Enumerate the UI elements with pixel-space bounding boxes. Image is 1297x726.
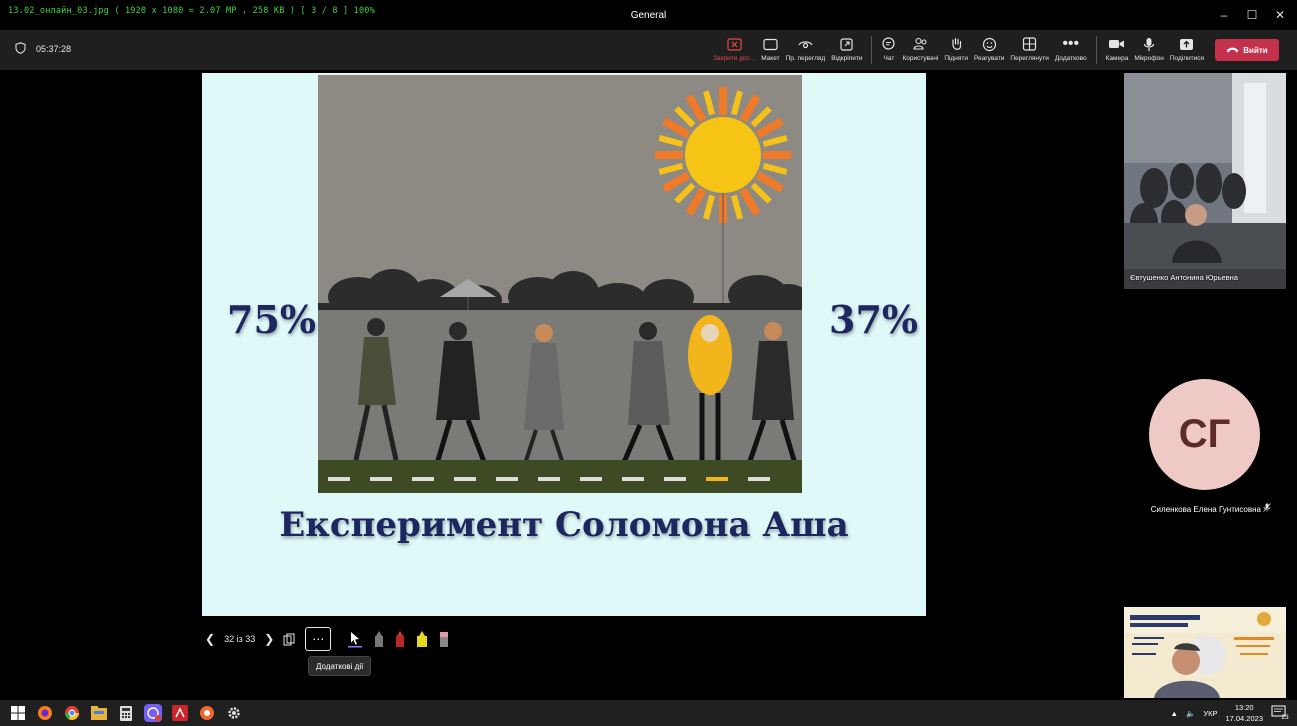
pen-gray-icon[interactable] xyxy=(373,630,385,648)
participant-name: Євтушенко Антонина Юрьевна xyxy=(1130,273,1238,282)
self-view-tile[interactable] xyxy=(1124,607,1286,698)
chat-icon xyxy=(881,34,896,54)
close-window-button[interactable]: ✕ xyxy=(1269,6,1291,24)
smiley-icon xyxy=(982,34,997,54)
participant-name-with-mic: Силенкова Елена Гунтисовна xyxy=(1131,503,1291,514)
clock-date: 17.04.2023 xyxy=(1225,714,1263,723)
file-explorer-icon[interactable] xyxy=(89,703,109,723)
view-button[interactable]: Переглянути xyxy=(1007,34,1052,62)
window-title: General xyxy=(630,10,667,21)
pop-out-icon xyxy=(839,34,854,54)
speaker-icon[interactable]: 🔈 xyxy=(1186,709,1195,718)
meeting-elapsed-time: 05:37:28 xyxy=(36,44,72,54)
toolbar-divider xyxy=(1095,36,1097,64)
camera-icon xyxy=(1108,34,1125,54)
leave-meeting-button[interactable]: Вийти xyxy=(1215,39,1279,61)
classroom-video-feed xyxy=(1124,73,1286,289)
hand-icon xyxy=(949,34,963,54)
layout-icon xyxy=(763,34,778,54)
toolbar-divider xyxy=(871,36,873,64)
people-button[interactable]: Користувачі xyxy=(899,34,941,62)
highlighter-icon[interactable] xyxy=(415,630,429,648)
viber-icon[interactable] xyxy=(143,703,163,723)
people-icon xyxy=(913,34,928,54)
raise-hand-button[interactable]: Підняти xyxy=(941,34,971,62)
settings-app-icon[interactable] xyxy=(197,703,217,723)
windows-start-icon[interactable] xyxy=(8,703,28,723)
microphone-button[interactable]: Мікрофон xyxy=(1131,34,1167,62)
pop-out-button[interactable]: Відкріпити xyxy=(828,34,865,62)
right-percentage: 37% xyxy=(829,297,918,342)
slide-page-count: 32 із 33 xyxy=(224,634,256,644)
eraser-icon[interactable] xyxy=(438,630,450,648)
grid-view-icon xyxy=(1022,34,1037,54)
clock-time: 13:20 xyxy=(1234,703,1254,712)
stop-share-icon xyxy=(727,34,742,54)
pdf-reader-icon[interactable] xyxy=(170,703,190,723)
slide-title: Експеримент Соломона Аша xyxy=(279,505,849,545)
participant-avatar[interactable]: СГ xyxy=(1149,379,1260,490)
pen-red-icon[interactable] xyxy=(394,630,406,648)
phone-hangup-icon xyxy=(1226,46,1239,55)
previous-slide-button[interactable]: ❮ xyxy=(205,632,215,646)
meeting-toolbar: 05:37:28 Закрити дос... Макет Пр. перегл… xyxy=(0,30,1297,70)
system-tray: ▲ 🔈 УКР 13:20 17.04.2023 23 xyxy=(1171,702,1289,724)
taskbar-apps xyxy=(8,703,244,723)
minimize-button[interactable]: – xyxy=(1213,6,1235,24)
presenter-view-button[interactable]: Пр. перегляд xyxy=(783,34,829,62)
window-controls: – ☐ ✕ xyxy=(1213,6,1291,24)
eye-icon xyxy=(798,34,813,54)
stop-sharing-button[interactable]: Закрити дос... xyxy=(710,34,758,62)
pointer-tool-icon[interactable] xyxy=(346,630,364,648)
chat-button[interactable]: Чат xyxy=(878,34,899,62)
slide-overview-icon[interactable] xyxy=(283,633,296,646)
taskbar-clock[interactable]: 13:20 17.04.2023 xyxy=(1225,702,1263,724)
share-button[interactable]: Поділитися xyxy=(1167,34,1207,62)
ellipsis-icon: ••• xyxy=(1062,35,1080,52)
shared-slide: 75% 37% Експеримент Соломона Аша xyxy=(202,73,926,616)
notification-center-button[interactable]: 23 xyxy=(1271,704,1289,722)
slide-illustration xyxy=(318,75,802,493)
meeting-timer: 05:37:28 xyxy=(15,42,71,56)
notification-count: 23 xyxy=(1281,713,1289,721)
firefox-icon[interactable] xyxy=(35,703,55,723)
gear-icon[interactable] xyxy=(224,703,244,723)
next-slide-button[interactable]: ❯ xyxy=(264,632,274,646)
windows-taskbar: ▲ 🔈 УКР 13:20 17.04.2023 23 xyxy=(0,700,1297,726)
meeting-controls: Закрити дос... Макет Пр. перегляд Відкрі… xyxy=(710,34,1279,64)
chrome-icon[interactable] xyxy=(62,703,82,723)
calculator-icon[interactable] xyxy=(116,703,136,723)
react-button[interactable]: Реагувати xyxy=(971,34,1007,62)
self-view-video-feed xyxy=(1124,607,1286,698)
chevron-up-icon[interactable]: ▲ xyxy=(1171,709,1178,718)
more-actions-button[interactable]: ••• Додатково xyxy=(1052,34,1090,62)
participant-video-tile[interactable]: Євтушенко Антонина Юрьевна xyxy=(1124,73,1286,289)
more-options-button[interactable]: ⋯ xyxy=(305,627,332,651)
share-icon xyxy=(1179,34,1194,54)
window-title-bar: 13.02_онлайн_03.jpg ( 1920 x 1080 = 2.07… xyxy=(0,0,1297,30)
left-percentage: 75% xyxy=(227,297,316,342)
keyboard-language[interactable]: УКР xyxy=(1203,709,1217,718)
more-actions-tooltip: Додаткові дії xyxy=(308,656,372,676)
camera-button[interactable]: Камера xyxy=(1103,34,1132,62)
presentation-controls: ❮ 32 із 33 ❯ ⋯ xyxy=(205,626,450,652)
muted-microphone-icon xyxy=(1263,503,1272,514)
maximize-button[interactable]: ☐ xyxy=(1241,6,1263,24)
microphone-icon xyxy=(1143,34,1155,54)
layout-button[interactable]: Макет xyxy=(758,34,782,62)
shield-icon xyxy=(15,42,26,56)
